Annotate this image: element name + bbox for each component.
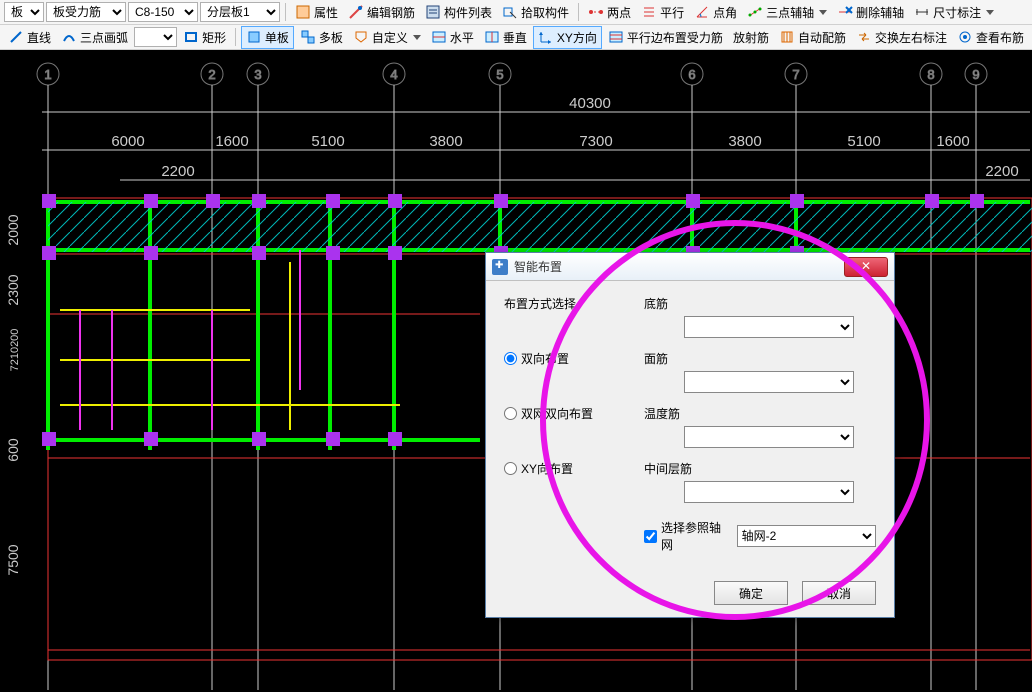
line-button[interactable]: 直线 xyxy=(4,27,55,48)
top-rebar-combo[interactable] xyxy=(684,371,854,393)
svg-text:1: 1 xyxy=(44,67,51,82)
ref-axis-combo[interactable]: 轴网-2 xyxy=(737,525,876,547)
svg-text:3800: 3800 xyxy=(728,133,761,150)
dialog-titlebar[interactable]: 智能布置 ✕ xyxy=(486,253,894,281)
ok-button[interactable]: 确定 xyxy=(714,581,788,605)
point-angle-button[interactable]: 点角 xyxy=(690,2,741,23)
edit-rebar-button[interactable]: 编辑钢筋 xyxy=(344,2,419,23)
svg-text:5: 5 xyxy=(496,67,503,82)
dialog-icon xyxy=(492,259,508,275)
section-title: 布置方式选择 xyxy=(504,295,624,312)
cancel-button[interactable]: 取消 xyxy=(802,581,876,605)
view-arrangement-button[interactable]: 查看布筋 xyxy=(953,27,1028,48)
svg-text:1600: 1600 xyxy=(215,133,248,150)
svg-text:2200: 2200 xyxy=(985,163,1018,180)
layer-select[interactable]: 板 xyxy=(4,2,44,22)
arc-button[interactable]: 三点画弧 xyxy=(57,27,132,48)
svg-text:5100: 5100 xyxy=(847,133,880,150)
parallel-button[interactable]: 平行 xyxy=(637,2,688,23)
svg-text:8: 8 xyxy=(927,67,934,82)
svg-text:2300: 2300 xyxy=(5,274,21,305)
props-button[interactable]: 属性 xyxy=(291,2,342,23)
top-rebar-label: 面筋 xyxy=(644,350,876,367)
temp-rebar-label: 温度筋 xyxy=(644,405,876,422)
svg-text:2000: 2000 xyxy=(5,214,21,245)
toolbar-main: 板 板受力筋 C8-150 分层板1 属性 编辑钢筋 构件列表 拾取构件 两点 … xyxy=(0,0,1032,25)
custom-button[interactable]: 自定义 xyxy=(349,27,425,48)
radio-bidirectional[interactable]: 双向布置 xyxy=(504,350,624,367)
svg-text:4: 4 xyxy=(390,67,397,82)
radial-button[interactable]: 放射筋 xyxy=(729,27,773,48)
svg-text:7: 7 xyxy=(792,67,799,82)
separator xyxy=(285,3,286,21)
mid-rebar-combo[interactable] xyxy=(684,481,854,503)
svg-text:600: 600 xyxy=(5,438,21,462)
svg-text:6000: 6000 xyxy=(111,133,144,150)
ref-axis-checkbox[interactable] xyxy=(644,530,657,543)
radio-bidirectional-input[interactable] xyxy=(504,352,517,365)
two-point-button[interactable]: 两点 xyxy=(584,2,635,23)
svg-text:2: 2 xyxy=(208,67,215,82)
rebar-type-select[interactable]: 板受力筋 xyxy=(46,2,126,22)
radio-xy[interactable]: XY向布置 xyxy=(504,460,624,477)
horizontal-button[interactable]: 水平 xyxy=(427,27,478,48)
radio-double-net[interactable]: 双网双向布置 xyxy=(504,405,624,422)
svg-text:1600: 1600 xyxy=(936,133,969,150)
xy-direction-button[interactable]: XY方向 xyxy=(533,26,602,49)
svg-text:40300: 40300 xyxy=(569,95,611,112)
color-select[interactable] xyxy=(134,27,177,47)
svg-text:2200: 2200 xyxy=(161,163,194,180)
vertical-button[interactable]: 垂直 xyxy=(480,27,531,48)
delete-aux-button[interactable]: 删除辅轴 xyxy=(833,2,908,23)
dialog-title: 智能布置 xyxy=(514,258,844,275)
toolbar-draw: 直线 三点画弧 矩形 单板 多板 自定义 水平 垂直 XY方向 平行边布置受力筋… xyxy=(0,25,1032,50)
element-list-button[interactable]: 构件列表 xyxy=(421,2,496,23)
bottom-rebar-label: 底筋 xyxy=(644,295,876,312)
pick-element-button[interactable]: 拾取构件 xyxy=(498,2,573,23)
svg-text:9: 9 xyxy=(972,67,979,82)
svg-text:3: 3 xyxy=(254,67,261,82)
rect-button[interactable]: 矩形 xyxy=(179,27,230,48)
group-select[interactable]: 分层板1 xyxy=(200,2,280,22)
radio-double-net-input[interactable] xyxy=(504,407,517,420)
single-panel-button[interactable]: 单板 xyxy=(241,26,294,49)
multi-panel-button[interactable]: 多板 xyxy=(296,27,347,48)
bottom-rebar-combo[interactable] xyxy=(684,316,854,338)
temp-rebar-combo[interactable] xyxy=(684,426,854,448)
smart-layout-dialog: 智能布置 ✕ 布置方式选择 双向布置 双网双向布置 XY向布置 底筋 xyxy=(485,252,895,618)
mid-rebar-label: 中间层筋 xyxy=(644,460,876,477)
svg-text:6: 6 xyxy=(688,67,695,82)
svg-text:3800: 3800 xyxy=(429,133,462,150)
close-button[interactable]: ✕ xyxy=(844,257,888,277)
parallel-edge-button[interactable]: 平行边布置受力筋 xyxy=(604,27,727,48)
separator xyxy=(578,3,579,21)
ref-axis-label: 选择参照轴网 xyxy=(661,519,733,553)
svg-text:7500: 7500 xyxy=(5,544,21,575)
svg-text:5100: 5100 xyxy=(311,133,344,150)
svg-text:7300: 7300 xyxy=(579,133,612,150)
three-point-aux-button[interactable]: 三点辅轴 xyxy=(743,2,831,23)
radio-xy-input[interactable] xyxy=(504,462,517,475)
dimension-button[interactable]: 尺寸标注 xyxy=(910,2,998,23)
spec-select[interactable]: C8-150 xyxy=(128,2,198,22)
auto-rebar-button[interactable]: 自动配筋 xyxy=(775,27,850,48)
svg-text:7210200: 7210200 xyxy=(9,329,21,372)
swap-lr-button[interactable]: 交换左右标注 xyxy=(852,27,951,48)
separator xyxy=(235,28,236,46)
